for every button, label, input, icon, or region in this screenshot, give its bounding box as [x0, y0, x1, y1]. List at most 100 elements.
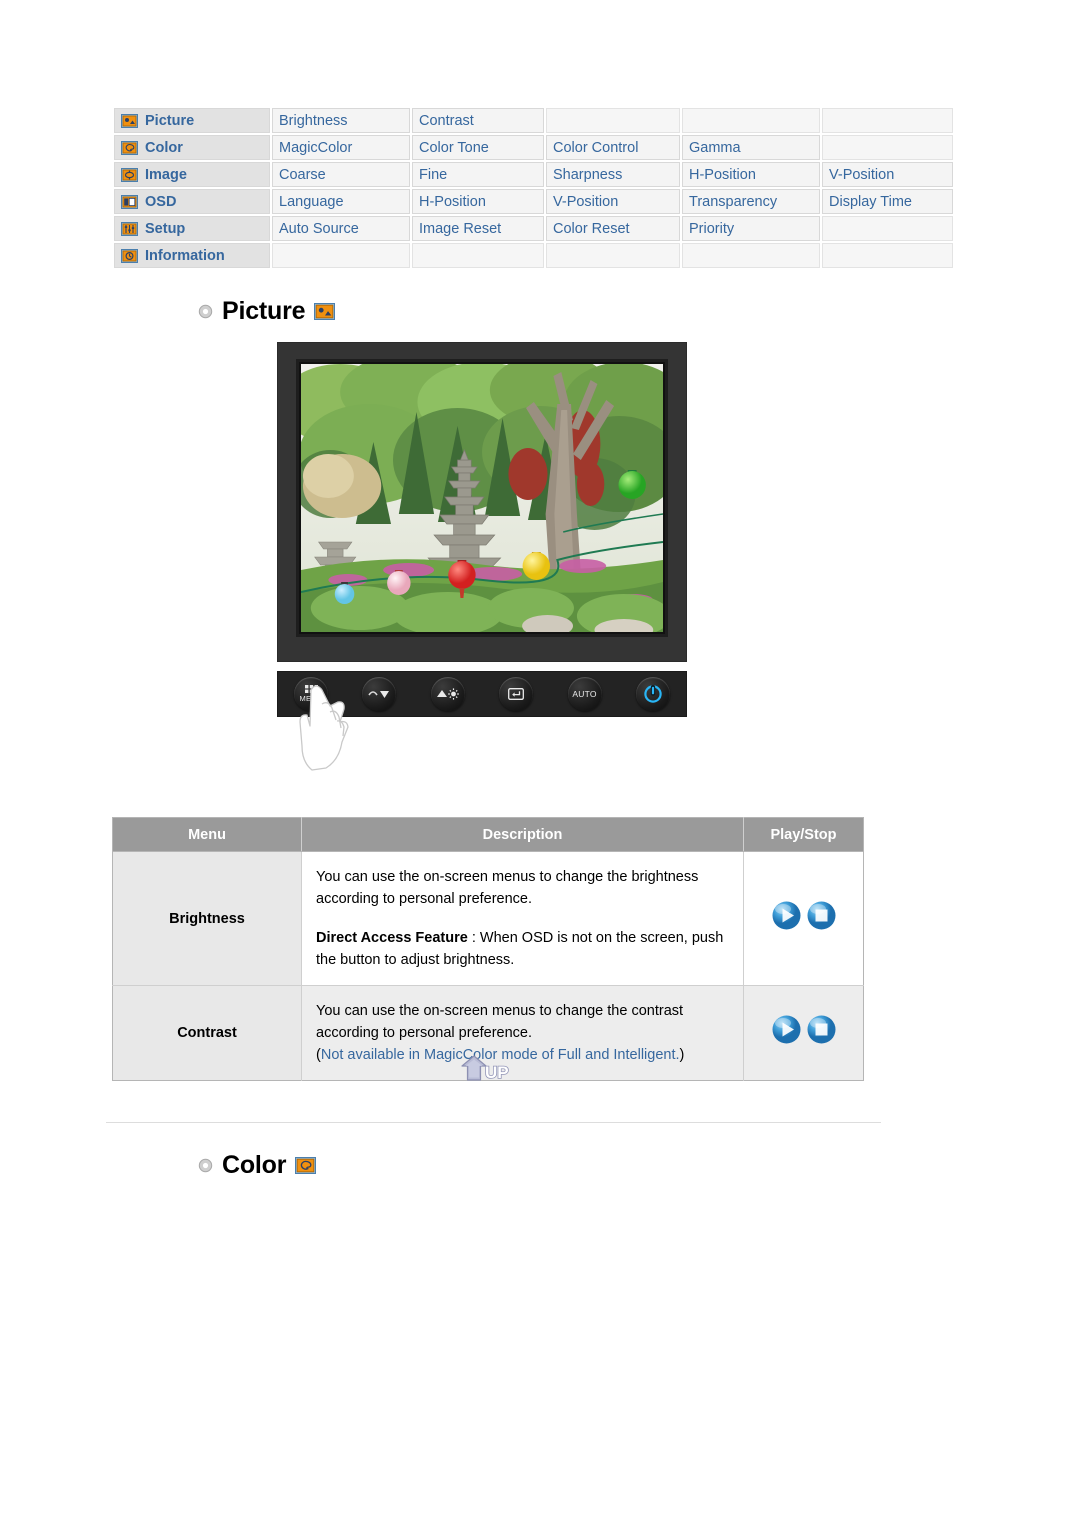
nav-item-blank	[682, 243, 820, 268]
monitor-illustration	[277, 342, 687, 662]
up-button-label: UP	[485, 1063, 509, 1082]
nav-item-blank	[546, 108, 680, 133]
picture-description-table: Menu Description Play/Stop Brightness Yo…	[112, 817, 864, 1082]
nav-label-color[interactable]: Color	[114, 135, 270, 160]
monitor-button-bar: MENU AUTO	[277, 671, 687, 717]
nav-label-text: Image	[145, 166, 187, 183]
nav-label-text: Color	[145, 139, 183, 156]
nav-label-text: Setup	[145, 220, 186, 237]
circle-bullet-icon	[198, 304, 213, 319]
nav-row-information: Information	[114, 243, 953, 268]
color-icon	[121, 140, 138, 155]
section-title: Color	[222, 1151, 287, 1179]
stop-icon[interactable]	[806, 1014, 837, 1045]
brightness-up-icon	[436, 688, 459, 700]
nav-label-setup[interactable]: Setup	[114, 216, 270, 241]
row-play-stop	[743, 985, 864, 1081]
row-menu-label: Brightness	[112, 850, 302, 986]
nav-item-color-control[interactable]: Color Control	[546, 135, 680, 160]
nav-item-blank	[546, 243, 680, 268]
nav-item-contrast[interactable]: Contrast	[412, 108, 544, 133]
nav-item-magiccolor[interactable]: MagicColor	[272, 135, 410, 160]
nav-item-blank	[412, 243, 544, 268]
nav-item-blank	[822, 216, 953, 241]
nav-item-priority[interactable]: Priority	[682, 216, 820, 241]
header-menu: Menu	[112, 817, 302, 852]
picture-icon	[314, 303, 336, 320]
nav-row-osd: OSD Language H-Position V-Position Trans…	[114, 189, 953, 214]
power-button[interactable]	[635, 677, 670, 711]
nav-label-image[interactable]: Image	[114, 162, 270, 187]
nav-item-v-position[interactable]: V-Position	[822, 162, 953, 187]
nav-item-blank	[822, 243, 953, 268]
row-play-stop	[743, 850, 864, 986]
play-icon[interactable]	[771, 900, 802, 931]
enter-button[interactable]	[499, 677, 534, 711]
section-divider	[106, 1122, 881, 1123]
nav-item-language[interactable]: Language	[272, 189, 410, 214]
nav-item-blank	[822, 135, 953, 160]
information-icon	[121, 248, 138, 263]
description-paragraph: You can use the on-screen menus to chang…	[316, 1003, 684, 1042]
bold-lead: Direct Access Feature	[316, 930, 468, 947]
monitor-bezel	[277, 342, 687, 662]
menu-button[interactable]: MENU	[294, 677, 328, 711]
setup-icon	[121, 221, 138, 236]
power-icon	[644, 685, 662, 703]
nav-row-setup: Setup Auto Source Image Reset Color Rese…	[114, 216, 953, 241]
nav-item-color-reset[interactable]: Color Reset	[546, 216, 680, 241]
auto-button-label: AUTO	[572, 689, 597, 699]
nav-label-information[interactable]: Information	[114, 243, 270, 268]
nav-item-blank	[272, 243, 410, 268]
nav-label-text: Picture	[145, 112, 195, 129]
play-icon[interactable]	[771, 1014, 802, 1045]
nav-item-display-time[interactable]: Display Time	[822, 189, 953, 214]
nav-row-picture: Picture Brightness Contrast	[114, 108, 953, 133]
section-title: Picture	[222, 297, 306, 325]
nav-item-brightness[interactable]: Brightness	[272, 108, 410, 133]
osd-icon	[121, 194, 138, 209]
nav-item-image-reset[interactable]: Image Reset	[412, 216, 544, 241]
up-brightness-button[interactable]	[430, 677, 465, 711]
osd-menu-nav-table: Picture Brightness Contrast Color MagicC…	[112, 106, 955, 270]
row-menu-label: Contrast	[112, 985, 302, 1081]
nav-item-color-tone[interactable]: Color Tone	[412, 135, 544, 160]
down-arrow-icon	[368, 691, 390, 698]
circle-bullet-icon	[198, 1158, 213, 1173]
nav-item-sharpness[interactable]: Sharpness	[546, 162, 680, 187]
nav-item-h-position[interactable]: H-Position	[682, 162, 820, 187]
table-row-brightness: Brightness You can use the on-screen men…	[112, 850, 864, 986]
nav-label-text: OSD	[145, 193, 177, 210]
nav-label-osd[interactable]: OSD	[114, 189, 270, 214]
auto-button[interactable]: AUTO	[567, 677, 602, 711]
nav-item-transparency[interactable]: Transparency	[682, 189, 820, 214]
up-scroll-button[interactable]: UP	[458, 1050, 510, 1084]
menu-button-label: MENU	[299, 694, 323, 703]
section-heading-picture: Picture	[198, 297, 336, 326]
note-close-paren: )	[679, 1047, 685, 1064]
image-icon	[121, 167, 138, 182]
section-heading-color: Color	[198, 1151, 317, 1180]
row-description: You can use the on-screen menus to chang…	[301, 985, 744, 1081]
color-icon	[295, 1157, 317, 1174]
nav-item-auto-source[interactable]: Auto Source	[272, 216, 410, 241]
nav-item-h-position[interactable]: H-Position	[412, 189, 544, 214]
nav-label-picture[interactable]: Picture	[114, 108, 270, 133]
description-paragraph: You can use the on-screen menus to chang…	[316, 869, 699, 908]
menu-grid-icon	[304, 685, 318, 693]
enter-icon	[508, 688, 525, 700]
nav-item-coarse[interactable]: Coarse	[272, 162, 410, 187]
nav-item-gamma[interactable]: Gamma	[682, 135, 820, 160]
magiccolor-note: (Not available in MagicColor mode of Ful…	[316, 1044, 731, 1066]
stop-icon[interactable]	[806, 900, 837, 931]
table-header-row: Menu Description Play/Stop	[112, 817, 864, 852]
nav-item-fine[interactable]: Fine	[412, 162, 544, 187]
down-button[interactable]	[362, 677, 397, 711]
header-description: Description	[301, 817, 744, 852]
header-play-stop: Play/Stop	[743, 817, 864, 852]
picture-icon	[121, 113, 138, 128]
nav-row-color: Color MagicColor Color Tone Color Contro…	[114, 135, 953, 160]
nav-item-v-position[interactable]: V-Position	[546, 189, 680, 214]
monitor-screen-frame	[296, 359, 668, 637]
monitor-screen	[301, 364, 663, 632]
